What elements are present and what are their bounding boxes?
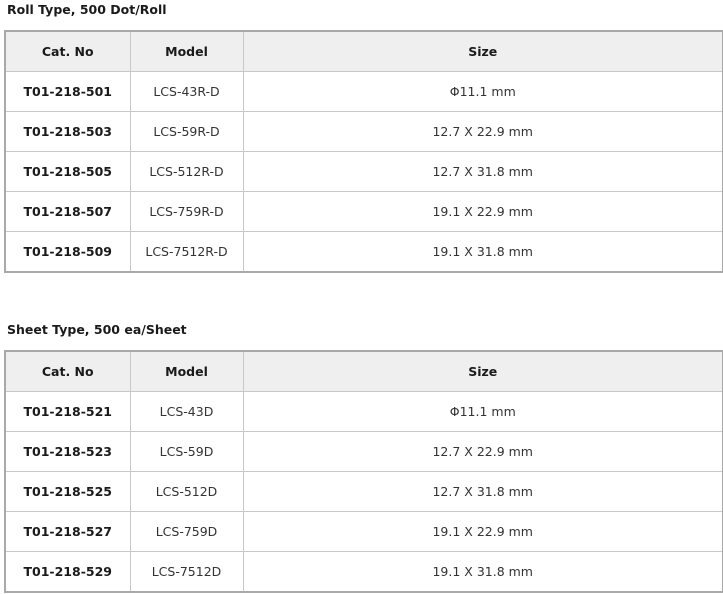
size-cell: 12.7 X 22.9 mm <box>242 111 723 152</box>
table-row: T01-218-521 LCS-43D Φ11.1 mm <box>4 391 723 432</box>
cat-no-cell: T01-218-525 <box>4 471 131 512</box>
table-row: T01-218-505 LCS-512R-D 12.7 X 31.8 mm <box>4 151 723 192</box>
size-cell: 19.1 X 31.8 mm <box>242 551 723 593</box>
size-cell: 19.1 X 22.9 mm <box>242 511 723 552</box>
cat-no-cell: T01-218-507 <box>4 191 131 232</box>
size-cell: 12.7 X 22.9 mm <box>242 431 723 472</box>
model-cell: LCS-759R-D <box>129 191 244 232</box>
table-row: T01-218-509 LCS-7512R-D 19.1 X 31.8 mm <box>4 231 723 273</box>
size-cell: 12.7 X 31.8 mm <box>242 151 723 192</box>
model-cell: LCS-512R-D <box>129 151 244 192</box>
size-cell: Φ11.1 mm <box>242 391 723 432</box>
size-cell: 19.1 X 31.8 mm <box>242 231 723 273</box>
cat-no-cell: T01-218-503 <box>4 111 131 152</box>
model-cell: LCS-43R-D <box>129 71 244 112</box>
table-row: T01-218-503 LCS-59R-D 12.7 X 22.9 mm <box>4 111 723 152</box>
model-cell: LCS-59D <box>129 431 244 472</box>
table-row: T01-218-501 LCS-43R-D Φ11.1 mm <box>4 71 723 112</box>
model-cell: LCS-7512R-D <box>129 231 244 273</box>
cat-no-cell: T01-218-501 <box>4 71 131 112</box>
table-header-row: Cat. No Model Size <box>4 30 723 72</box>
header-cat-no: Cat. No <box>4 350 131 392</box>
roll-type-title: Roll Type, 500 Dot/Roll <box>7 2 167 17</box>
table-row: T01-218-525 LCS-512D 12.7 X 31.8 mm <box>4 471 723 512</box>
header-size: Size <box>242 350 723 392</box>
header-model: Model <box>129 350 244 392</box>
size-cell: 19.1 X 22.9 mm <box>242 191 723 232</box>
table-row: T01-218-529 LCS-7512D 19.1 X 31.8 mm <box>4 551 723 593</box>
model-cell: LCS-512D <box>129 471 244 512</box>
table-row: T01-218-527 LCS-759D 19.1 X 22.9 mm <box>4 511 723 552</box>
table-header-row: Cat. No Model Size <box>4 350 723 392</box>
cat-no-cell: T01-218-521 <box>4 391 131 432</box>
sheet-type-table: Cat. No Model Size T01-218-521 LCS-43D Φ… <box>4 350 723 593</box>
model-cell: LCS-759D <box>129 511 244 552</box>
sheet-type-title: Sheet Type, 500 ea/Sheet <box>7 322 187 337</box>
header-size: Size <box>242 30 723 72</box>
table-row: T01-218-523 LCS-59D 12.7 X 22.9 mm <box>4 431 723 472</box>
roll-type-table: Cat. No Model Size T01-218-501 LCS-43R-D… <box>4 30 723 273</box>
cat-no-cell: T01-218-505 <box>4 151 131 192</box>
size-cell: 12.7 X 31.8 mm <box>242 471 723 512</box>
header-model: Model <box>129 30 244 72</box>
cat-no-cell: T01-218-509 <box>4 231 131 273</box>
size-cell: Φ11.1 mm <box>242 71 723 112</box>
cat-no-cell: T01-218-523 <box>4 431 131 472</box>
header-cat-no: Cat. No <box>4 30 131 72</box>
cat-no-cell: T01-218-527 <box>4 511 131 552</box>
model-cell: LCS-59R-D <box>129 111 244 152</box>
model-cell: LCS-43D <box>129 391 244 432</box>
cat-no-cell: T01-218-529 <box>4 551 131 593</box>
model-cell: LCS-7512D <box>129 551 244 593</box>
table-row: T01-218-507 LCS-759R-D 19.1 X 22.9 mm <box>4 191 723 232</box>
